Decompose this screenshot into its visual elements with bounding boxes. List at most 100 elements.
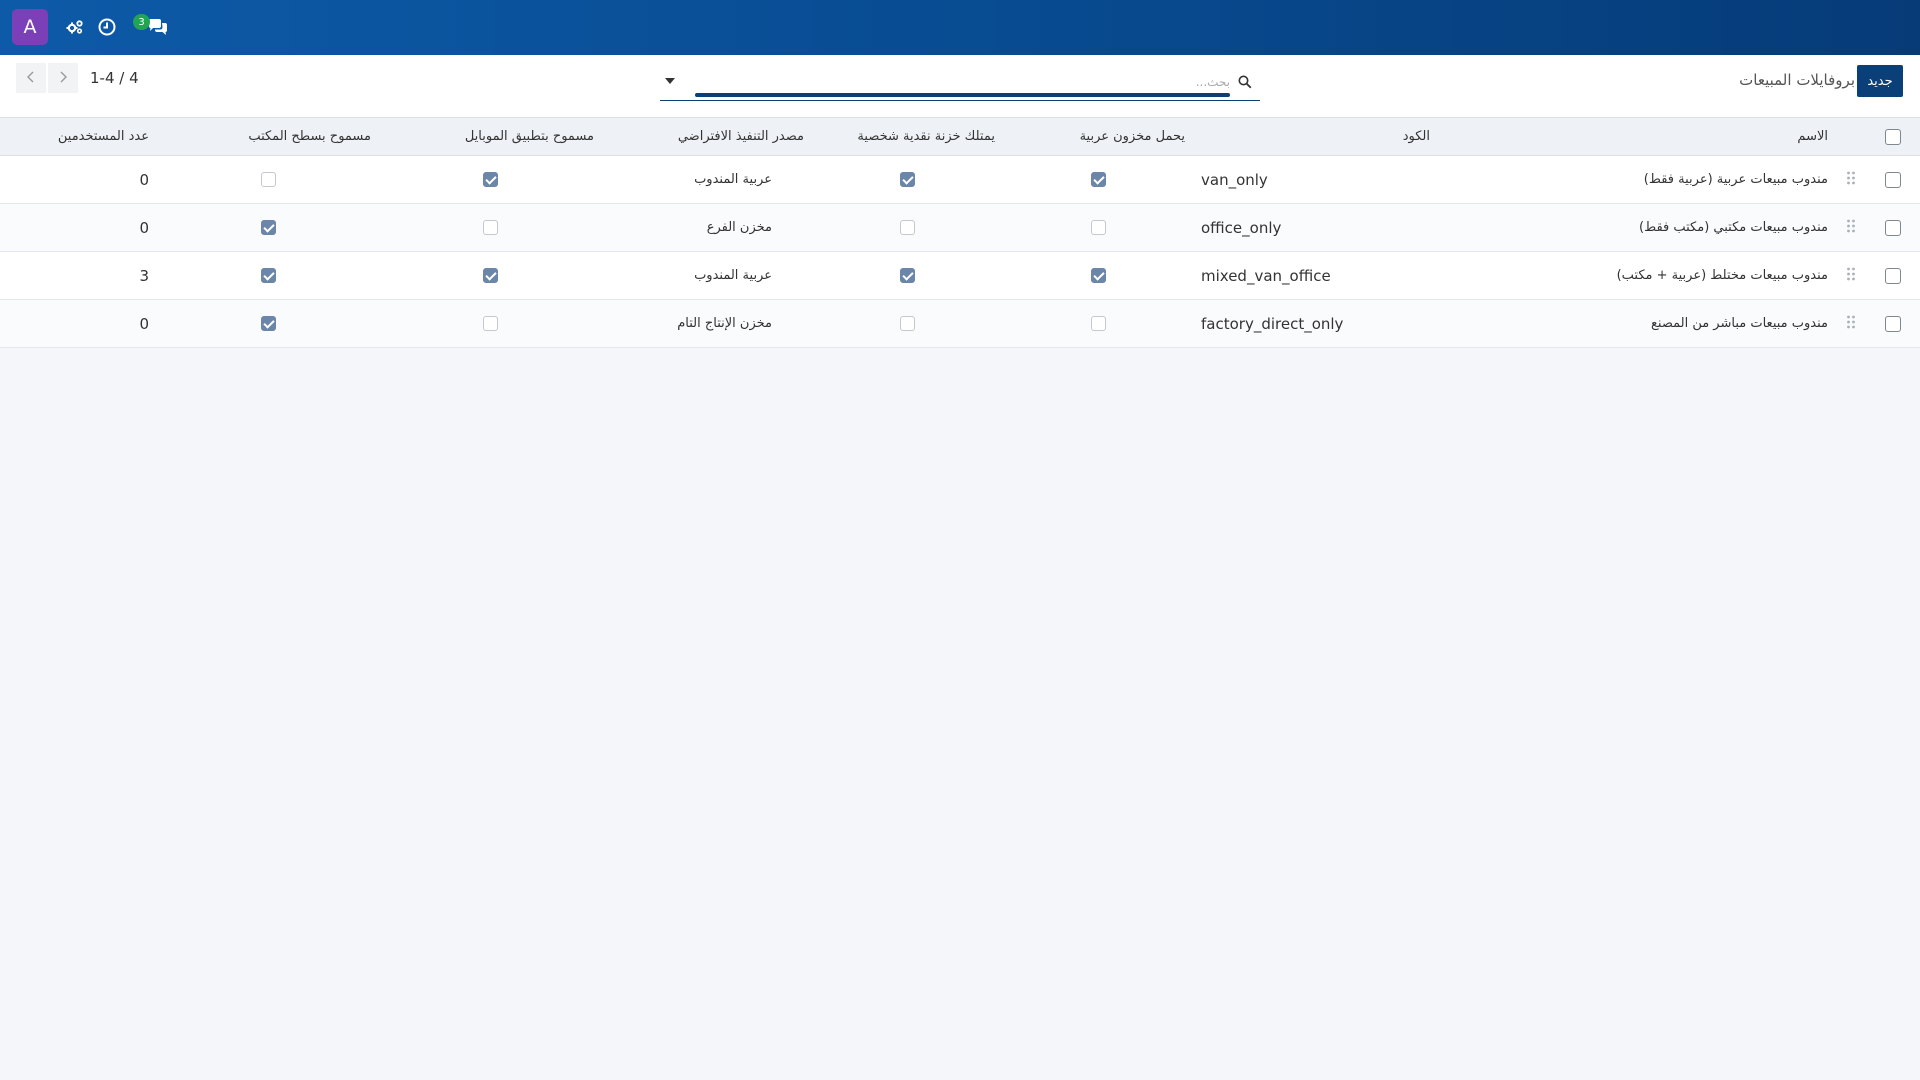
cell-users-count[interactable]: 0 [0, 203, 157, 252]
page-title: بروفايلات المبيعات [1739, 71, 1855, 89]
search-icon[interactable] [1238, 74, 1252, 93]
row-select-checkbox[interactable] [1885, 171, 1901, 188]
cell-default-source[interactable]: عربية المندوب [602, 251, 812, 300]
mobile-allowed-checkbox [483, 172, 498, 187]
chat-badge: 3 [133, 14, 150, 30]
row-select-checkbox[interactable] [1885, 219, 1901, 236]
personal-cash-checkbox [900, 172, 915, 187]
table-row[interactable]: مندوب مبيعات مباشر من المصنع factory_dir… [0, 299, 1920, 348]
cell-mobile-allowed [379, 155, 602, 204]
row-handle-cell [1836, 155, 1866, 204]
cell-mobile-allowed [379, 203, 602, 252]
column-header-mobile-allowed[interactable]: مسموح بتطبيق الموبايل [379, 117, 602, 156]
table-row[interactable]: مندوب مبيعات عربية (عربية فقط) van_only … [0, 155, 1920, 204]
pager-value[interactable]: 1-4 / 4 [90, 69, 139, 87]
cell-users-count[interactable]: 0 [0, 299, 157, 348]
cell-personal-cash [812, 155, 1003, 204]
cell-default-source[interactable]: عربية المندوب [602, 155, 812, 204]
row-handle-cell [1836, 251, 1866, 300]
chevron-right-icon [58, 69, 68, 88]
row-handle-cell [1836, 203, 1866, 252]
clock-icon[interactable] [96, 16, 118, 38]
column-header-default-source[interactable]: مصدر التنفيذ الافتراضي [602, 117, 812, 156]
cell-name[interactable]: مندوب مبيعات عربية (عربية فقط) [1438, 155, 1836, 204]
search-bar [660, 65, 1260, 101]
desktop-allowed-checkbox [260, 172, 276, 187]
mobile-allowed-checkbox [483, 268, 498, 283]
carries-van-stock-checkbox [1090, 172, 1106, 187]
column-header-name[interactable]: الاسم [1438, 117, 1836, 156]
pager-previous-button[interactable] [16, 63, 46, 93]
cell-default-source[interactable]: مخزن الإنتاج التام [602, 299, 812, 348]
handle-header [1836, 117, 1866, 156]
select-all-cell [1866, 117, 1920, 156]
cell-code[interactable]: factory_direct_only [1193, 299, 1438, 348]
cell-code[interactable]: office_only [1193, 203, 1438, 252]
row-select-cell [1866, 251, 1920, 300]
cell-users-count[interactable]: 3 [0, 251, 157, 300]
cell-desktop-allowed [157, 299, 379, 348]
search-options-caret-icon[interactable] [665, 78, 675, 84]
row-select-cell [1866, 203, 1920, 252]
select-all-checkbox[interactable] [1885, 128, 1901, 145]
desktop-allowed-checkbox [260, 316, 276, 331]
column-header-desktop-allowed[interactable]: مسموح بسطح المكتب [157, 117, 379, 156]
cell-name[interactable]: مندوب مبيعات مكتبي (مكتب فقط) [1438, 203, 1836, 252]
desktop-allowed-checkbox [260, 220, 276, 235]
cell-personal-cash [812, 299, 1003, 348]
cell-code[interactable]: van_only [1193, 155, 1438, 204]
table-row[interactable]: مندوب مبيعات مختلط (عربية + مكتب) mixed_… [0, 251, 1920, 300]
personal-cash-checkbox [900, 316, 915, 331]
row-handle-cell [1836, 299, 1866, 348]
search-input[interactable] [695, 71, 1230, 93]
carries-van-stock-checkbox [1090, 316, 1106, 331]
search-loading-bar [695, 93, 1230, 97]
drag-handle-icon[interactable] [1846, 171, 1856, 189]
cell-default-source[interactable]: مخزن الفرع [602, 203, 812, 252]
column-header-personal-cash[interactable]: يمتلك خزنة نقدية شخصية [812, 117, 1003, 156]
drag-handle-icon[interactable] [1846, 315, 1856, 333]
drag-handle-icon[interactable] [1846, 267, 1856, 285]
cell-desktop-allowed [157, 155, 379, 204]
control-panel: جديد بروفايلات المبيعات 1-4 / 4 [0, 55, 1920, 117]
drag-handle-icon[interactable] [1846, 219, 1856, 237]
cell-carries-van-stock [1003, 299, 1193, 348]
cell-carries-van-stock [1003, 155, 1193, 204]
new-button[interactable]: جديد [1857, 65, 1903, 97]
user-avatar[interactable]: A [12, 9, 48, 45]
settings-cogs-icon[interactable] [64, 16, 86, 38]
row-select-cell [1866, 299, 1920, 348]
cell-code[interactable]: mixed_van_office [1193, 251, 1438, 300]
row-select-cell [1866, 155, 1920, 204]
cell-carries-van-stock [1003, 251, 1193, 300]
chevron-left-icon [26, 69, 36, 88]
desktop-allowed-checkbox [260, 268, 276, 283]
cell-desktop-allowed [157, 251, 379, 300]
cell-carries-van-stock [1003, 203, 1193, 252]
cell-personal-cash [812, 203, 1003, 252]
cell-users-count[interactable]: 0 [0, 155, 157, 204]
profiles-table: الاسم الكود يحمل مخزون عربية يمتلك خزنة … [0, 117, 1920, 348]
personal-cash-checkbox [900, 220, 915, 235]
carries-van-stock-checkbox [1090, 220, 1106, 235]
cell-desktop-allowed [157, 203, 379, 252]
mobile-allowed-checkbox [483, 220, 498, 235]
cell-name[interactable]: مندوب مبيعات مباشر من المصنع [1438, 299, 1836, 348]
column-header-code[interactable]: الكود [1193, 117, 1438, 156]
top-navbar: A 3 [0, 0, 1920, 55]
cell-name[interactable]: مندوب مبيعات مختلط (عربية + مكتب) [1438, 251, 1836, 300]
column-header-carries-van-stock[interactable]: يحمل مخزون عربية [1003, 117, 1193, 156]
table-header-row: الاسم الكود يحمل مخزون عربية يمتلك خزنة … [0, 117, 1920, 156]
cell-personal-cash [812, 251, 1003, 300]
list-view: الاسم الكود يحمل مخزون عربية يمتلك خزنة … [0, 117, 1920, 348]
mobile-allowed-checkbox [483, 316, 498, 331]
pager-next-button[interactable] [48, 63, 78, 93]
personal-cash-checkbox [900, 268, 915, 283]
cell-mobile-allowed [379, 299, 602, 348]
row-select-checkbox[interactable] [1885, 315, 1901, 332]
row-select-checkbox[interactable] [1885, 267, 1901, 284]
cell-mobile-allowed [379, 251, 602, 300]
table-row[interactable]: مندوب مبيعات مكتبي (مكتب فقط) office_onl… [0, 203, 1920, 252]
column-header-users-count[interactable]: عدد المستخدمين [0, 117, 157, 156]
carries-van-stock-checkbox [1090, 268, 1106, 283]
